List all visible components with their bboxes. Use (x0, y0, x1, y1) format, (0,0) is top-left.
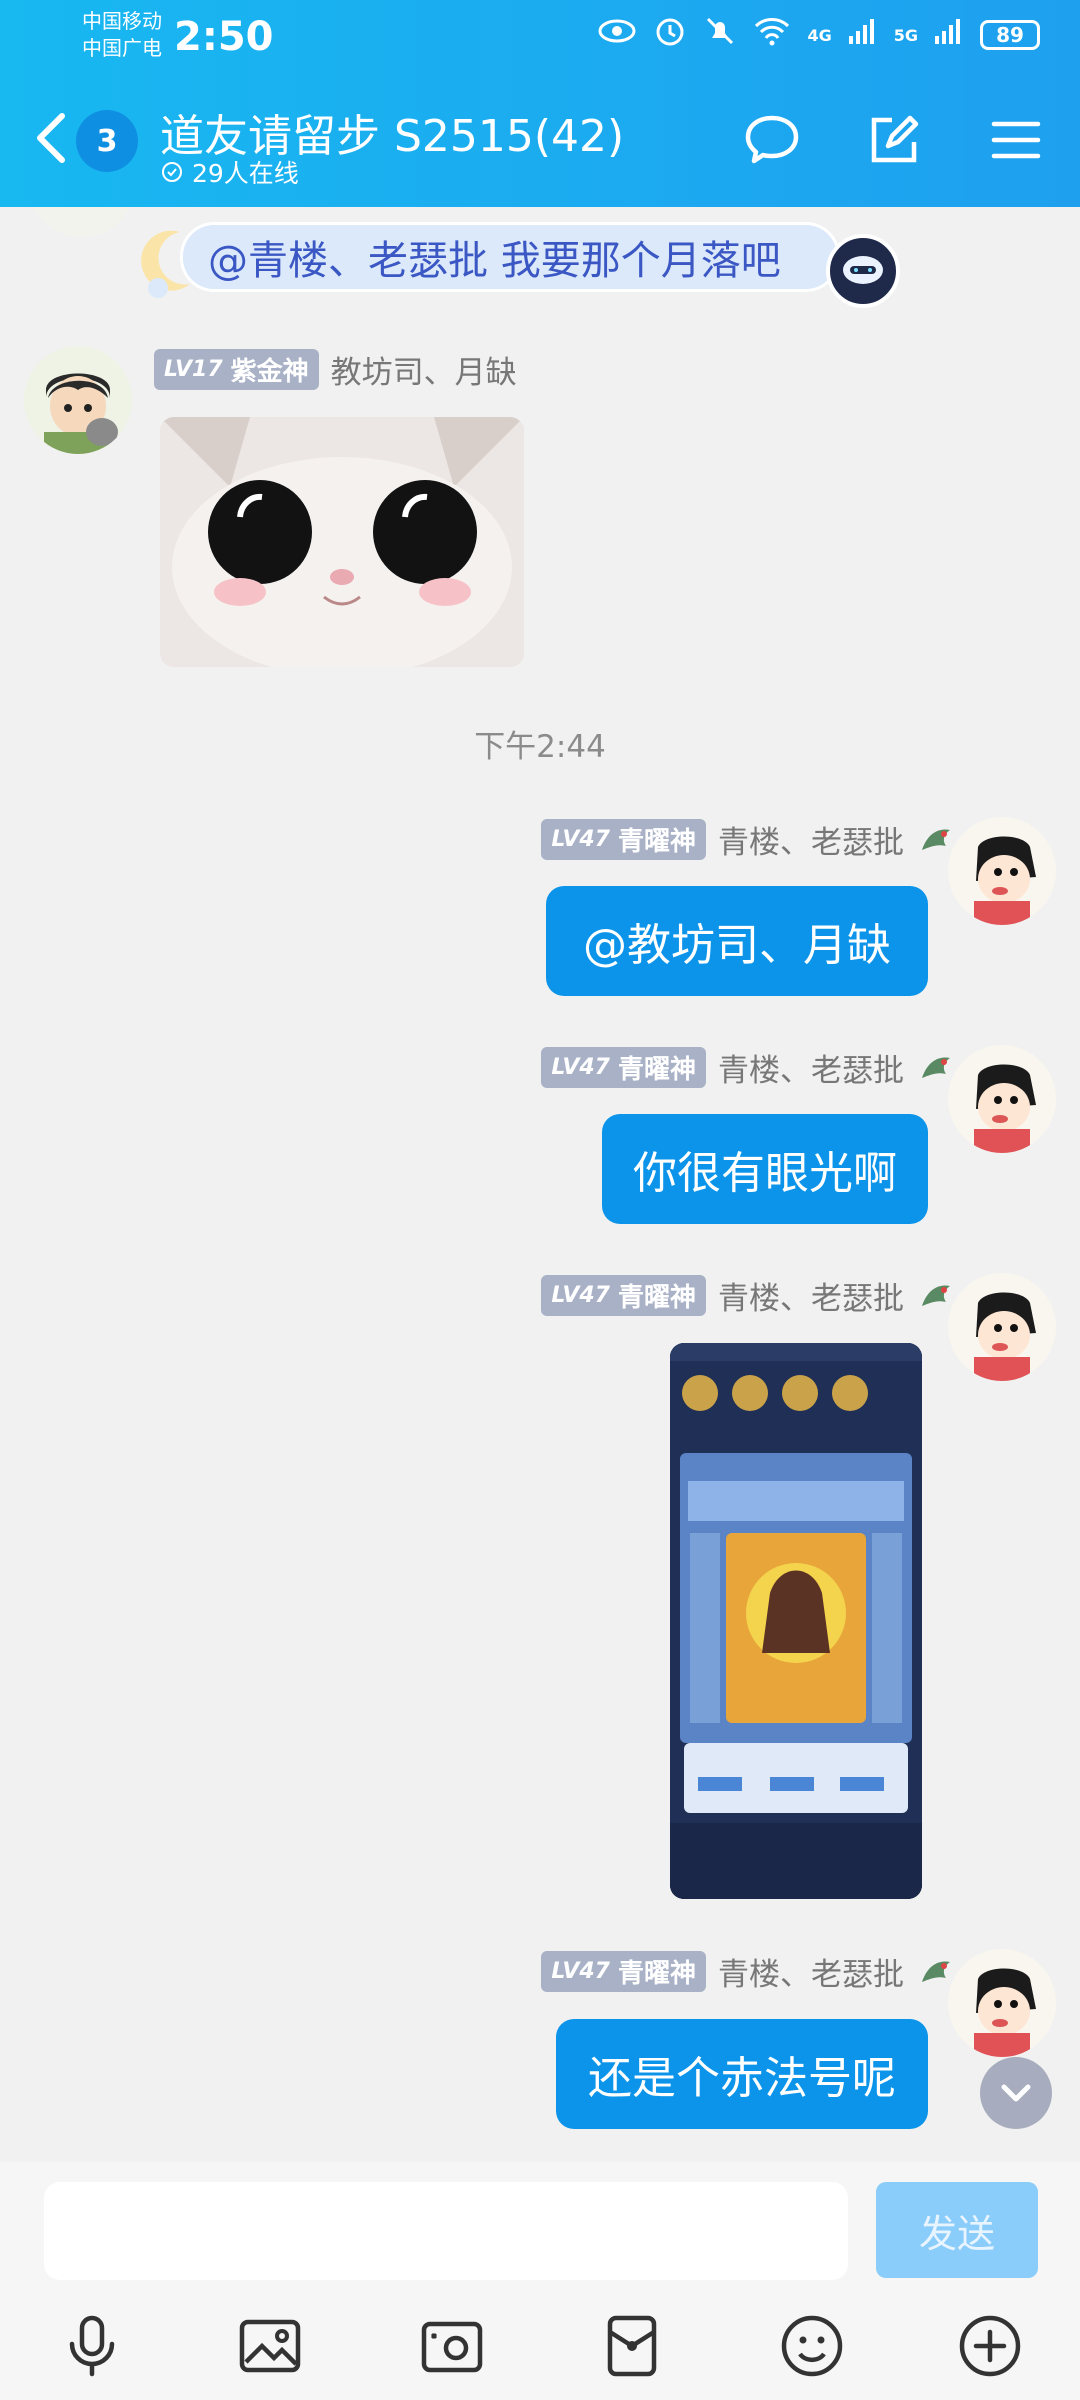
level-badge: LV17 紫金神 (154, 349, 319, 390)
plus-icon (959, 2315, 1021, 2377)
unread-badge[interactable]: 3 (76, 110, 138, 172)
red-packet-icon (607, 2315, 657, 2377)
chevron-down-icon (1001, 2084, 1031, 2102)
chat-bubble-button[interactable] (740, 108, 804, 172)
level-number: LV47 (551, 1055, 610, 1080)
menu-icon (991, 121, 1041, 159)
red-packet-button[interactable] (596, 2310, 668, 2382)
alarm-icon (653, 14, 687, 56)
boy-avatar-icon (24, 346, 132, 454)
battery-indicator: 89 (980, 20, 1040, 50)
mute-icon (703, 14, 737, 56)
cat-face-icon (160, 417, 524, 667)
send-button[interactable]: 发送 (876, 2182, 1038, 2278)
avatar[interactable] (28, 207, 136, 237)
scroll-to-bottom-button[interactable] (980, 2057, 1052, 2129)
level-number: LV47 (551, 827, 610, 852)
cartoon-boy-avatar-icon (948, 1949, 1056, 2057)
speech-bubble-icon (745, 115, 799, 164)
avatar[interactable] (948, 817, 1056, 925)
edit-icon (871, 115, 919, 163)
message-list[interactable]: @青楼、老瑟批 我要那个月落吧 LV17 紫金神 教坊司、月缺 下午2:44 L… (0, 207, 1080, 2162)
game-screenshot-icon (670, 1343, 922, 1899)
avatar[interactable] (24, 346, 132, 454)
eye-icon (597, 16, 637, 54)
status-time: 2:50 (174, 14, 274, 60)
sender-name[interactable]: 青楼、老瑟批 (718, 1045, 904, 1090)
battery-level: 89 (996, 23, 1024, 47)
wifi-icon (753, 16, 791, 54)
signal-icon-1 (848, 16, 878, 54)
level-number: LV47 (551, 1959, 610, 1984)
message-input[interactable] (44, 2182, 848, 2280)
level-badge: LV47 青曜神 (541, 1951, 706, 1992)
more-button[interactable] (954, 2310, 1026, 2382)
sender-meta: LV47 青曜神 青楼、老瑟批 (541, 817, 956, 862)
game-screenshot-image[interactable] (670, 1343, 922, 1899)
avatar[interactable] (948, 1949, 1056, 2057)
dragon-badge-icon (922, 1057, 950, 1078)
photo-button[interactable] (234, 2310, 306, 2382)
level-badge: LV47 青曜神 (541, 1047, 706, 1088)
online-status[interactable]: 29人在线 (160, 154, 299, 190)
cartoon-boy-avatar-icon (948, 1045, 1056, 1153)
level-number: LV47 (551, 1283, 610, 1308)
carrier-info: 中国移动 中国广电 (82, 8, 162, 62)
emoji-icon (781, 2315, 843, 2377)
image-icon (239, 2319, 301, 2373)
compose-button[interactable] (862, 108, 926, 172)
level-title: 青曜神 (617, 827, 696, 857)
level-number: LV17 (164, 357, 223, 382)
level-title: 紫金神 (230, 357, 309, 387)
message-bubble[interactable]: @教坊司、月缺 (546, 886, 928, 996)
sender-name[interactable]: 青楼、老瑟批 (718, 817, 904, 862)
check-circle-icon (162, 162, 182, 182)
timestamp: 下午2:44 (474, 729, 606, 765)
status-bar: 中国移动 中国广电 2:50 4G 5G 89 (0, 0, 1080, 72)
carrier-2: 中国广电 (82, 36, 162, 60)
sender-meta: LV17 紫金神 教坊司、月缺 (154, 347, 517, 392)
sender-meta: LV47 青曜神 青楼、老瑟批 (541, 1949, 956, 1994)
level-badge: LV47 青曜神 (541, 819, 706, 860)
menu-button[interactable] (984, 108, 1048, 172)
emoji-button[interactable] (776, 2310, 848, 2382)
dragon-badge-icon (922, 1961, 950, 1982)
avatar[interactable] (948, 1273, 1056, 1381)
chevron-left-icon (37, 113, 65, 163)
cartoon-boy-avatar-icon (948, 1273, 1056, 1381)
dragon-badge-icon (922, 1285, 950, 1306)
sender-meta: LV47 青曜神 青楼、老瑟批 (541, 1273, 956, 1318)
dragon-badge-icon (922, 829, 950, 850)
input-area: 发送 (0, 2162, 1080, 2400)
camera-button[interactable] (416, 2310, 488, 2382)
cat-sticker-image[interactable] (160, 417, 524, 667)
message-bubble[interactable]: 你很有眼光啊 (602, 1114, 928, 1224)
level-title: 青曜神 (617, 1959, 696, 1989)
cartoon-boy-avatar-icon (948, 817, 1056, 925)
robot-decoration-icon (826, 234, 900, 308)
avatar[interactable] (948, 1045, 1056, 1153)
level-badge: LV47 青曜神 (541, 1275, 706, 1316)
network-5g-label: 5G (893, 25, 918, 45)
chat-header: 中国移动 中国广电 2:50 4G 5G 89 3 道友请留步 S2515(42… (0, 0, 1080, 207)
message-bubble[interactable]: 还是个赤法号呢 (556, 2019, 928, 2129)
sender-name[interactable]: 教坊司、月缺 (331, 347, 517, 392)
title-row: 3 道友请留步 S2515(42) 29人在线 (0, 92, 1080, 202)
carrier-1: 中国移动 (82, 9, 162, 33)
sender-meta: LV47 青曜神 青楼、老瑟批 (541, 1045, 956, 1090)
status-icons: 4G 5G 89 (597, 14, 1040, 56)
special-message-banner[interactable]: @青楼、老瑟批 我要那个月落吧 (140, 212, 900, 312)
back-button[interactable] (26, 108, 82, 168)
level-title: 青曜神 (617, 1055, 696, 1085)
microphone-icon (69, 2315, 115, 2377)
signal-icon-2 (934, 16, 964, 54)
banner-text: @青楼、老瑟批 我要那个月落吧 (180, 222, 840, 292)
level-title: 青曜神 (617, 1283, 696, 1313)
sender-name[interactable]: 青楼、老瑟批 (718, 1273, 904, 1318)
network-4g-label: 4G (807, 25, 832, 45)
online-count: 29人在线 (192, 159, 299, 188)
camera-icon (421, 2321, 483, 2373)
voice-button[interactable] (56, 2310, 128, 2382)
sender-name[interactable]: 青楼、老瑟批 (718, 1949, 904, 1994)
